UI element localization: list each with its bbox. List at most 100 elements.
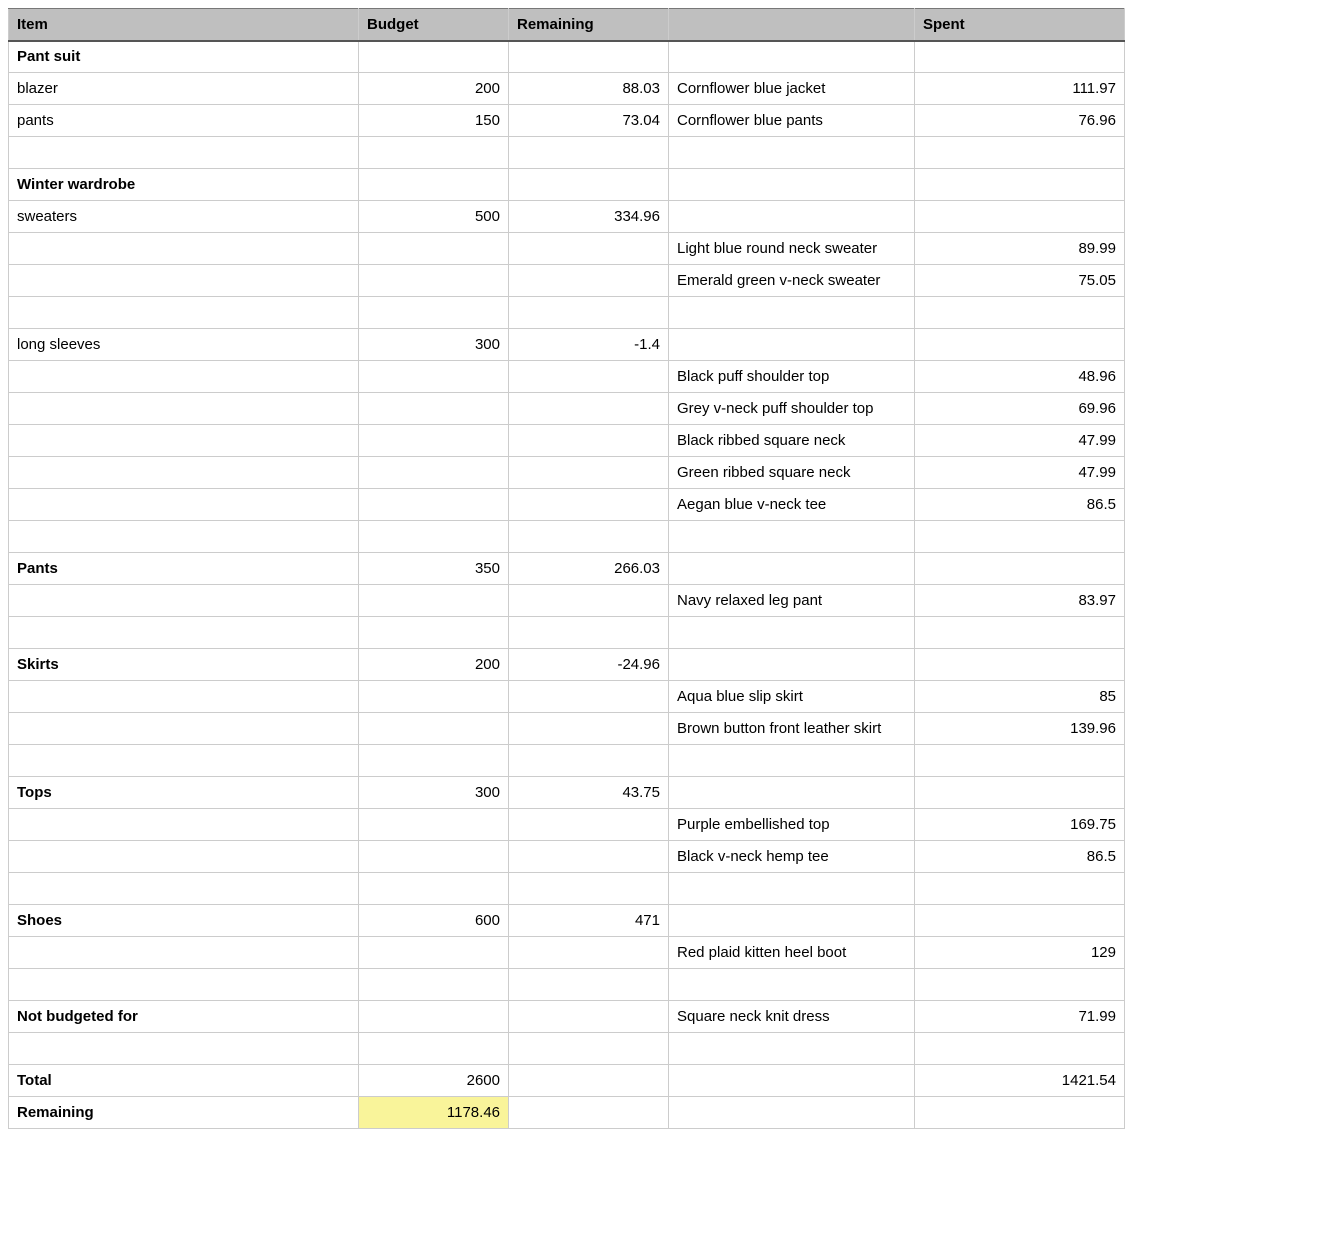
cell-item[interactable] <box>9 233 359 265</box>
cell-desc[interactable] <box>669 329 915 361</box>
cell-spent[interactable] <box>915 649 1125 681</box>
cell-remaining[interactable] <box>509 969 669 1001</box>
cell-budget[interactable] <box>359 489 509 521</box>
cell-spent[interactable]: 76.96 <box>915 105 1125 137</box>
cell-spent[interactable] <box>915 617 1125 649</box>
cell-budget[interactable] <box>359 233 509 265</box>
cell-remaining[interactable] <box>509 393 669 425</box>
cell-budget[interactable] <box>359 297 509 329</box>
cell-item[interactable]: blazer <box>9 73 359 105</box>
cell-desc[interactable] <box>669 1065 915 1097</box>
cell-desc[interactable] <box>669 1097 915 1129</box>
cell-budget[interactable]: 200 <box>359 73 509 105</box>
cell-budget[interactable] <box>359 937 509 969</box>
cell-item[interactable] <box>9 137 359 169</box>
cell-item[interactable] <box>9 809 359 841</box>
cell-budget[interactable] <box>359 521 509 553</box>
cell-remaining[interactable] <box>509 713 669 745</box>
cell-remaining[interactable] <box>509 233 669 265</box>
cell-remaining[interactable]: 471 <box>509 905 669 937</box>
cell-desc[interactable] <box>669 41 915 73</box>
cell-spent[interactable]: 86.5 <box>915 841 1125 873</box>
cell-budget[interactable] <box>359 585 509 617</box>
cell-budget[interactable] <box>359 41 509 73</box>
cell-item[interactable] <box>9 873 359 905</box>
cell-budget[interactable] <box>359 265 509 297</box>
cell-remaining[interactable] <box>509 1097 669 1129</box>
cell-budget[interactable] <box>359 617 509 649</box>
cell-item[interactable] <box>9 745 359 777</box>
cell-remaining[interactable] <box>509 457 669 489</box>
cell-desc[interactable]: Aegan blue v-neck tee <box>669 489 915 521</box>
cell-desc[interactable] <box>669 297 915 329</box>
cell-budget[interactable]: 350 <box>359 553 509 585</box>
cell-spent[interactable] <box>915 1097 1125 1129</box>
cell-spent[interactable]: 47.99 <box>915 457 1125 489</box>
cell-item[interactable]: pants <box>9 105 359 137</box>
cell-budget[interactable] <box>359 361 509 393</box>
cell-remaining[interactable] <box>509 425 669 457</box>
cell-spent[interactable]: 75.05 <box>915 265 1125 297</box>
cell-remaining[interactable]: 334.96 <box>509 201 669 233</box>
cell-budget[interactable] <box>359 713 509 745</box>
cell-remaining[interactable]: 88.03 <box>509 73 669 105</box>
cell-spent[interactable] <box>915 137 1125 169</box>
cell-remaining[interactable]: -24.96 <box>509 649 669 681</box>
cell-remaining[interactable] <box>509 809 669 841</box>
cell-desc[interactable]: Light blue round neck sweater <box>669 233 915 265</box>
cell-budget[interactable]: 500 <box>359 201 509 233</box>
cell-item[interactable] <box>9 297 359 329</box>
cell-item[interactable]: Pants <box>9 553 359 585</box>
cell-remaining[interactable] <box>509 265 669 297</box>
cell-item[interactable]: Shoes <box>9 905 359 937</box>
cell-desc[interactable] <box>669 201 915 233</box>
cell-item[interactable]: Pant suit <box>9 41 359 73</box>
cell-item[interactable] <box>9 425 359 457</box>
cell-desc[interactable]: Black v-neck hemp tee <box>669 841 915 873</box>
cell-item[interactable]: Total <box>9 1065 359 1097</box>
cell-spent[interactable] <box>915 329 1125 361</box>
cell-budget[interactable] <box>359 841 509 873</box>
cell-remaining[interactable] <box>509 361 669 393</box>
cell-budget[interactable] <box>359 425 509 457</box>
cell-desc[interactable] <box>669 745 915 777</box>
cell-remaining[interactable] <box>509 617 669 649</box>
cell-desc[interactable]: Grey v-neck puff shoulder top <box>669 393 915 425</box>
cell-remaining[interactable] <box>509 1033 669 1065</box>
cell-spent[interactable]: 69.96 <box>915 393 1125 425</box>
cell-spent[interactable] <box>915 905 1125 937</box>
cell-spent[interactable]: 47.99 <box>915 425 1125 457</box>
cell-remaining[interactable] <box>509 297 669 329</box>
cell-desc[interactable]: Navy relaxed leg pant <box>669 585 915 617</box>
cell-budget[interactable] <box>359 457 509 489</box>
cell-spent[interactable]: 85 <box>915 681 1125 713</box>
cell-desc[interactable] <box>669 617 915 649</box>
cell-item[interactable] <box>9 1033 359 1065</box>
cell-spent[interactable]: 111.97 <box>915 73 1125 105</box>
cell-budget[interactable] <box>359 873 509 905</box>
cell-spent[interactable] <box>915 553 1125 585</box>
cell-desc[interactable]: Cornflower blue pants <box>669 105 915 137</box>
cell-remaining[interactable] <box>509 873 669 905</box>
cell-remaining[interactable]: 73.04 <box>509 105 669 137</box>
cell-remaining[interactable] <box>509 745 669 777</box>
cell-budget[interactable] <box>359 169 509 201</box>
cell-budget[interactable] <box>359 681 509 713</box>
cell-desc[interactable]: Cornflower blue jacket <box>669 73 915 105</box>
cell-desc[interactable]: Purple embellished top <box>669 809 915 841</box>
cell-desc[interactable]: Square neck knit dress <box>669 1001 915 1033</box>
cell-desc[interactable]: Black puff shoulder top <box>669 361 915 393</box>
cell-spent[interactable]: 129 <box>915 937 1125 969</box>
cell-item[interactable] <box>9 681 359 713</box>
cell-item[interactable] <box>9 393 359 425</box>
cell-desc[interactable] <box>669 169 915 201</box>
cell-desc[interactable] <box>669 521 915 553</box>
cell-budget[interactable] <box>359 393 509 425</box>
cell-spent[interactable] <box>915 521 1125 553</box>
cell-remaining[interactable] <box>509 41 669 73</box>
cell-desc[interactable]: Red plaid kitten heel boot <box>669 937 915 969</box>
cell-budget[interactable] <box>359 809 509 841</box>
cell-spent[interactable] <box>915 745 1125 777</box>
cell-remaining[interactable] <box>509 137 669 169</box>
cell-budget[interactable]: 300 <box>359 329 509 361</box>
